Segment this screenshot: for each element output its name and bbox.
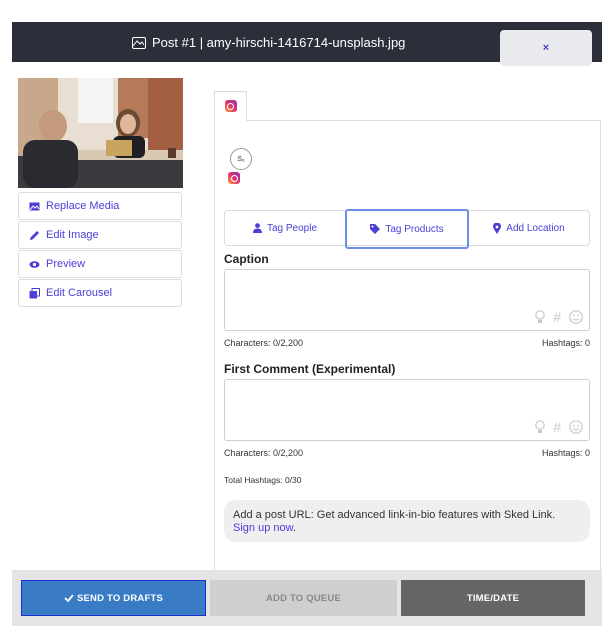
sign-up-link[interactable]: Sign up now — [233, 522, 293, 534]
first-comment-label: First Comment (Experimental) — [224, 362, 396, 376]
first-comment-hashtag-count: Hashtags: 0 — [541, 448, 590, 458]
menu-item-label: Replace Media — [46, 200, 120, 212]
media-menu: Replace Media Edit Image Preview Edit Ca… — [18, 192, 182, 307]
tab-instagram[interactable] — [214, 91, 247, 121]
tag-icon — [370, 224, 381, 234]
hashtag-icon[interactable]: # — [553, 419, 561, 435]
account-avatar[interactable]: S₆ — [230, 148, 252, 170]
hint-text: Add a post URL: Get advanced link-in-bio… — [233, 509, 556, 521]
tag-options: Tag People Tag Products Add Location — [224, 209, 590, 249]
modal-title: Post #1 | amy-hirschi-1416714-unsplash.j… — [132, 35, 405, 50]
caption-character-count: Characters: 0/2,200 — [224, 338, 304, 348]
close-icon: × — [542, 42, 550, 54]
check-icon — [64, 594, 74, 602]
close-button[interactable]: × — [500, 30, 592, 66]
lightbulb-icon[interactable] — [535, 310, 546, 324]
add-to-queue-button[interactable]: ADD TO QUEUE — [210, 580, 397, 616]
caption-input[interactable]: # — [224, 269, 590, 331]
lightbulb-icon[interactable] — [535, 420, 546, 434]
modal-title-text: Post #1 | amy-hirschi-1416714-unsplash.j… — [152, 35, 406, 50]
hashtag-icon[interactable]: # — [553, 309, 561, 325]
tag-products-label: Tag Products — [385, 223, 444, 235]
user-icon — [252, 223, 262, 233]
tag-people-button[interactable]: Tag People — [225, 211, 345, 245]
map-pin-icon — [493, 222, 502, 234]
caption-label: Caption — [224, 252, 269, 266]
eye-icon — [29, 260, 40, 268]
menu-item-label: Edit Image — [46, 229, 99, 241]
action-footer: SEND TO DRAFTS ADD TO QUEUE TIME/DATE — [12, 570, 602, 626]
media-column: Replace Media Edit Image Preview Edit Ca… — [18, 78, 183, 308]
emoji-icon[interactable] — [569, 310, 583, 324]
tag-products-button[interactable]: Tag Products — [345, 209, 469, 249]
hint-suffix: . — [292, 522, 296, 534]
time-date-label: TIME/DATE — [466, 592, 520, 604]
edit-image-button[interactable]: Edit Image — [18, 221, 182, 249]
emoji-icon[interactable] — [569, 420, 583, 434]
edit-carousel-button[interactable]: Edit Carousel — [18, 279, 182, 307]
office-meeting-photo — [18, 78, 183, 188]
add-to-queue-label: ADD TO QUEUE — [265, 592, 342, 604]
pencil-icon — [30, 230, 39, 240]
sked-link-hint: Add a post URL: Get advanced link-in-bio… — [224, 500, 590, 542]
first-comment-input[interactable]: # — [224, 379, 590, 441]
post-media-thumbnail[interactable] — [18, 78, 183, 188]
send-to-drafts-button[interactable]: SEND TO DRAFTS — [21, 580, 206, 616]
send-to-drafts-label: SEND TO DRAFTS — [76, 592, 164, 604]
replace-media-button[interactable]: Replace Media — [18, 192, 182, 220]
time-date-button[interactable]: TIME/DATE — [401, 580, 585, 616]
add-location-label: Add Location — [506, 222, 565, 234]
preview-button[interactable]: Preview — [18, 250, 182, 278]
menu-item-label: Edit Carousel — [46, 287, 113, 299]
add-location-button[interactable]: Add Location — [469, 211, 589, 245]
instagram-icon — [228, 172, 240, 184]
first-comment-character-count: Characters: 0/2,200 — [224, 448, 304, 458]
total-hashtags-count: Total Hashtags: 0/30 — [224, 475, 302, 485]
menu-item-label: Preview — [46, 258, 86, 270]
image-icon — [132, 36, 146, 49]
avatar-initials: S₆ — [237, 155, 245, 163]
caption-hashtag-count: Hashtags: 0 — [541, 338, 590, 348]
carousel-icon — [29, 287, 40, 298]
instagram-icon — [224, 100, 237, 112]
tag-people-label: Tag People — [266, 222, 318, 234]
image-icon — [29, 202, 40, 210]
